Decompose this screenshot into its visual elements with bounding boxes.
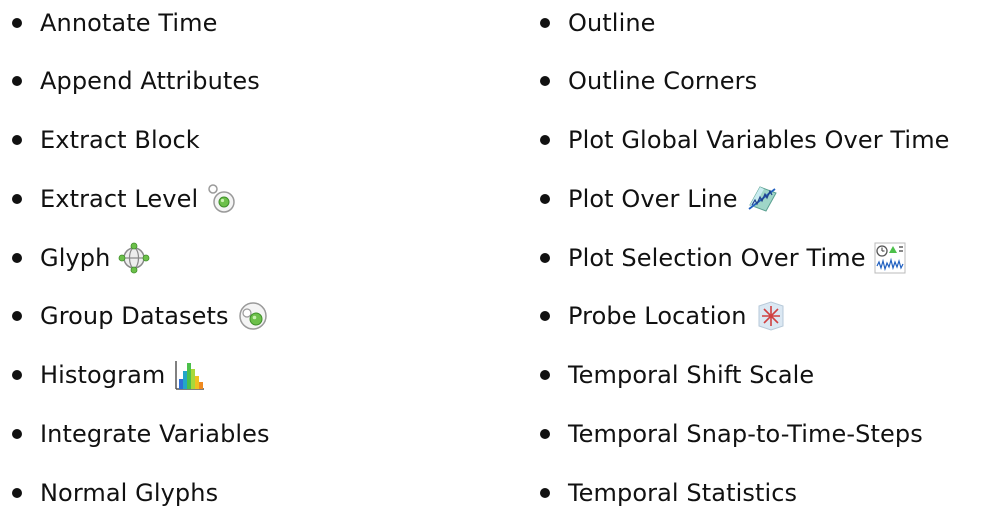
bullet [12, 135, 22, 145]
list-item: Normal Glyphs [0, 473, 218, 513]
bullet [540, 370, 550, 380]
list-item: Glyph [0, 238, 150, 278]
list-item-label: Annotate Time [40, 9, 218, 37]
list-item-label: Extract Level [40, 185, 199, 213]
list-item: Temporal Shift Scale [528, 355, 814, 395]
list-item: Probe Location [528, 296, 787, 336]
extract-level-icon [206, 183, 238, 215]
list-item-label: Temporal Statistics [568, 479, 798, 507]
list-item-label: Histogram [40, 361, 166, 389]
list-item: Annotate Time [0, 3, 217, 43]
list-item-label: Plot Global Variables Over Time [568, 126, 950, 154]
bullet [12, 370, 22, 380]
list-item-label: Group Datasets [40, 302, 229, 330]
list-item: Plot Global Variables Over Time [528, 120, 950, 160]
list-item-label: Glyph [40, 244, 111, 272]
bullet [540, 76, 550, 86]
list-item-label: Probe Location [568, 302, 747, 330]
bullet [12, 488, 22, 498]
list-item: Histogram [0, 355, 205, 395]
list-item-label: Extract Block [40, 126, 200, 154]
list-item-label: Temporal Shift Scale [568, 361, 815, 389]
list-item-label: Append Attributes [40, 67, 260, 95]
list-item: Temporal Snap-to-Time-Steps [528, 414, 923, 454]
group-datasets-icon [237, 300, 269, 332]
bullet [12, 311, 22, 321]
bullet [540, 194, 550, 204]
glyph-icon [118, 242, 150, 274]
list-item-label: Outline Corners [568, 67, 758, 95]
bullet [540, 253, 550, 263]
list-item-label: Temporal Snap-to-Time-Steps [568, 420, 923, 448]
histogram-icon [173, 359, 205, 391]
probe-location-icon [755, 300, 787, 332]
bullet [540, 488, 550, 498]
list-item: Append Attributes [0, 61, 260, 101]
list-item-label: Plot Selection Over Time [568, 244, 866, 272]
plot-over-line-icon [746, 183, 778, 215]
list-item: Temporal Statistics [528, 473, 797, 513]
list-item: Outline Corners [528, 61, 757, 101]
list-item: Integrate Variables [0, 414, 270, 454]
bullet [540, 311, 550, 321]
list-item: Extract Level [0, 179, 238, 219]
bullet [12, 194, 22, 204]
list-item: Group Datasets [0, 296, 269, 336]
list-item: Plot Selection Over Time [528, 238, 906, 278]
bullet [12, 76, 22, 86]
list-item-label: Normal Glyphs [40, 479, 219, 507]
plot-selection-over-time-icon [874, 242, 906, 274]
bullet [540, 135, 550, 145]
list-item: Outline [528, 3, 656, 43]
list-item-label: Outline [568, 9, 656, 37]
list-item-label: Plot Over Line [568, 185, 738, 213]
bullet [540, 429, 550, 439]
list-item: Extract Block [0, 120, 200, 160]
list-item-label: Integrate Variables [40, 420, 270, 448]
bullet [12, 18, 22, 28]
bullet [12, 429, 22, 439]
bullet [540, 18, 550, 28]
list-item: Plot Over Line [528, 179, 778, 219]
bullet [12, 253, 22, 263]
